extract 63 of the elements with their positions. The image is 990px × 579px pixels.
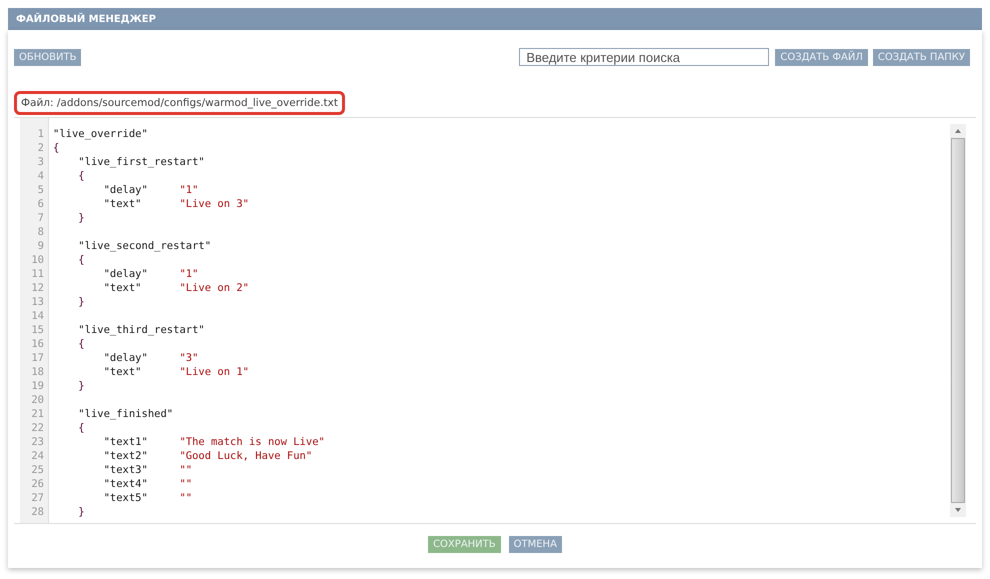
refresh-button[interactable]: ОБНОВИТЬ — [14, 48, 82, 66]
window-title: ФАЙЛОВЫЙ МЕНЕДЖЕР — [16, 14, 156, 24]
line-number: 1 — [36, 127, 45, 141]
line-number: 27 — [30, 491, 45, 505]
line-number: 3 — [36, 155, 45, 169]
code-line: "text2" "Good Luck, Have Fun" — [102, 449, 314, 463]
code-line: "text" "Live on 1" — [102, 365, 250, 379]
line-number: 11 — [30, 267, 45, 281]
line-number: 6 — [36, 197, 45, 211]
file-path-label: Файл: /addons/sourcemod/configs/warmod_live_override.txt — [14, 91, 345, 115]
line-number: 12 — [30, 281, 45, 295]
line-number: 16 — [30, 337, 45, 351]
line-number: 15 — [30, 323, 45, 337]
code-line: "live_second_restart" — [77, 239, 212, 253]
line-number: 17 — [30, 351, 45, 365]
code-line: "live_first_restart" — [77, 155, 206, 169]
line-number: 21 — [30, 407, 45, 421]
code-line: { — [77, 421, 86, 435]
code-line: { — [53, 141, 60, 155]
save-button[interactable]: СОХРАНИТЬ — [428, 536, 501, 553]
create-button[interactable]: СОЗДАТЬ ПАПКУ — [872, 48, 970, 66]
code-line: "text" "Live on 3" — [102, 197, 250, 211]
line-number: 9 — [36, 239, 45, 253]
code-line: } — [77, 379, 86, 393]
line-number: 19 — [30, 379, 45, 393]
line-number: 18 — [30, 365, 45, 379]
code-line: "delay" "3" — [102, 351, 200, 365]
line-number: 20 — [30, 393, 45, 407]
code-line: "live_finished" — [77, 407, 174, 421]
code-line: "text" "Live on 2" — [102, 281, 250, 295]
code-line: "text3" "" — [102, 463, 194, 477]
code-line: { — [77, 337, 86, 351]
cancel-button[interactable]: ОТМЕНА — [508, 536, 562, 553]
line-number: 25 — [30, 463, 45, 477]
code-line: "delay" "1" — [102, 267, 200, 281]
code-line: "text5" "" — [102, 491, 194, 505]
line-number: 24 — [30, 449, 45, 463]
code-line: } — [77, 211, 86, 225]
line-number: 13 — [30, 295, 45, 309]
line-number: 4 — [36, 169, 45, 183]
line-number: 26 — [30, 477, 45, 491]
code-line: "live_override" — [53, 127, 149, 141]
line-number: 2 — [36, 141, 45, 155]
line-number: 22 — [30, 421, 45, 435]
code-line: "text4" "" — [102, 477, 194, 491]
code-line: { — [77, 169, 86, 183]
scrollbar-thumb[interactable] — [951, 138, 965, 503]
code-line: { — [77, 253, 86, 267]
code-line: } — [77, 505, 86, 519]
line-number: 23 — [30, 435, 45, 449]
line-number: 8 — [36, 225, 45, 239]
create-button[interactable]: СОЗДАТЬ ФАЙЛ — [775, 48, 868, 66]
line-number: 5 — [36, 183, 45, 197]
code-line: } — [77, 295, 86, 309]
code-line: "live_third_restart" — [77, 323, 206, 337]
line-number: 7 — [36, 211, 45, 225]
search-field[interactable]: Введите критерии поиска — [519, 48, 770, 66]
code-line: "text1" "The match is now Live" — [102, 435, 326, 449]
line-number: 10 — [30, 253, 45, 267]
line-number: 28 — [30, 505, 45, 519]
code-line: "delay" "1" — [102, 183, 200, 197]
scrollbar[interactable] — [950, 124, 966, 517]
line-number: 14 — [30, 309, 45, 323]
